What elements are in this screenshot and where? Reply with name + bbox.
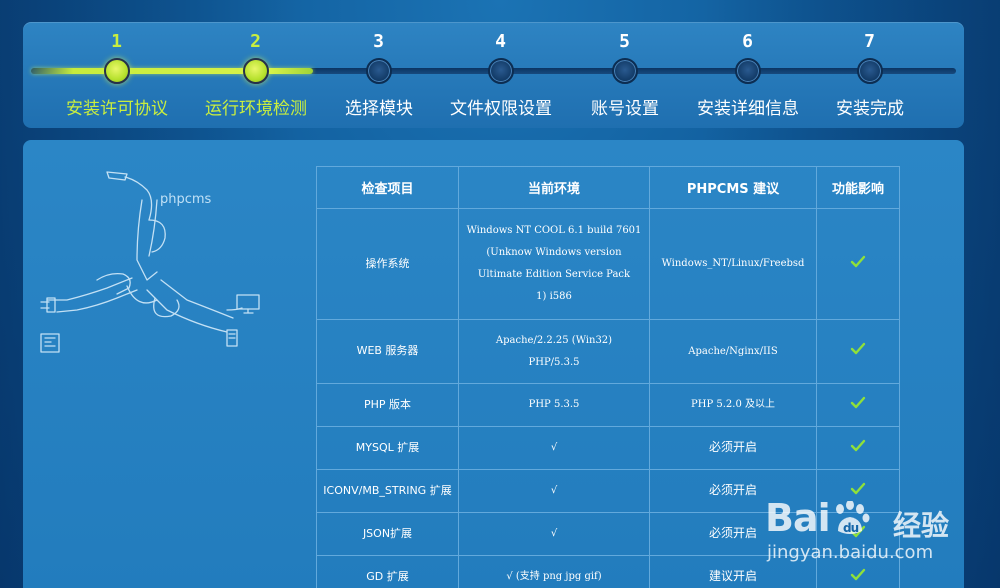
impact [816,208,900,320]
impact [816,512,900,556]
check-icon [850,342,866,355]
suggestion: Apache/Nginx/IIS [649,319,817,384]
table-row: PHP 版本 PHP 5.3.5 PHP 5.2.0 及以上 [316,383,900,427]
impact [816,383,900,427]
impact [816,319,900,384]
current-env-line: Windows NT COOL 6.1 build 7601 [466,225,642,236]
phpcms-logo-text: phpcms [160,192,212,207]
step-dot [857,58,883,84]
step-dot [488,58,514,84]
check-item: MYSQL 扩展 [316,426,459,470]
current-env: PHP 5.3.5 [458,383,650,427]
impact [816,555,900,588]
current-env: √ (支持 png jpg gif) [458,555,650,588]
current-env-line: √ [550,442,558,453]
phpcms-logo: phpcms [37,160,297,360]
table-row: GD 扩展 √ (支持 png jpg gif) 建议开启 [316,555,900,588]
suggestion: 建议开启 [649,555,817,588]
header-current-env: 当前环境 [458,166,650,209]
check-item-label: PHP 版本 [363,397,412,411]
impact [816,469,900,513]
current-env-line: (Unknow Windows version [486,247,622,258]
current-env: √ [458,512,650,556]
check-item: PHP 版本 [316,383,459,427]
environment-check-table: 检查项目 当前环境 PHPCMS 建议 功能影响 操作系统 Windows NT… [316,166,900,588]
table-row: WEB 服务器 Apache/2.2.25 (Win32) PHP/5.3.5 … [316,319,900,384]
check-item: WEB 服务器 [316,319,459,384]
check-icon [850,439,866,451]
check-item-label: JSON扩展 [362,526,413,540]
current-env-line: 1) i586 [536,291,572,302]
table-row: JSON扩展 √ 必须开启 [316,512,900,556]
check-item: GD 扩展 [316,555,459,588]
current-env: Apache/2.2.25 (Win32) PHP/5.3.5 [458,319,650,384]
check-icon [850,255,866,267]
suggestion: PHP 5.2.0 及以上 [649,383,817,427]
check-item: JSON扩展 [316,512,459,556]
check-item-label: GD 扩展 [366,569,409,583]
step-install-complete[interactable]: 7 安装完成 [790,22,950,128]
check-item: 操作系统 [316,208,459,320]
current-env-line: Apache/2.2.25 (Win32) [495,334,613,346]
current-env-line: √ (支持 png jpg gif) [506,571,602,582]
suggestion: 必须开启 [649,469,817,513]
current-env: √ [458,426,650,470]
suggestion-label: 建议开启 [708,569,757,583]
table-header-row: 检查项目 当前环境 PHPCMS 建议 功能影响 [316,166,900,209]
step-license[interactable]: 1 安装许可协议 [37,22,197,128]
step-number: 7 [864,31,876,52]
check-icon [850,396,866,408]
suggestion-label: 必须开启 [708,483,757,497]
step-dot [366,58,392,84]
environment-check-panel: phpcms 检查项目 当前环境 PHPCMS 建议 功能影响 操作系统 Win… [23,140,964,588]
step-label: 安装完成 [836,99,904,119]
check-item-label: ICONV/MB_STRING 扩展 [323,483,452,497]
current-env-line: √ [550,485,558,496]
step-dot [612,58,638,84]
check-item-label: MYSQL 扩展 [355,440,420,454]
suggestion: 必须开启 [649,512,817,556]
check-icon [850,482,866,494]
current-env-line: Ultimate Edition Service Pack [477,269,631,280]
check-item: ICONV/MB_STRING 扩展 [316,469,459,513]
table-row: ICONV/MB_STRING 扩展 √ 必须开启 [316,469,900,513]
header-impact: 功能影响 [816,166,900,209]
check-item-label: WEB 服务器 [356,344,419,357]
table-row: MYSQL 扩展 √ 必须开启 [316,426,900,470]
step-dot [243,58,269,84]
check-item-label: 操作系统 [365,256,410,270]
check-icon [850,525,866,537]
suggestion-label: 必须开启 [708,440,757,454]
check-icon [850,568,866,580]
table-row: 操作系统 Windows NT COOL 6.1 build 7601 (Unk… [316,208,900,320]
header-suggestion: PHPCMS 建议 [649,166,817,209]
phpcms-hands-logo-icon [40,171,260,353]
impact [816,426,900,470]
current-env: √ [458,469,650,513]
step-label: 安装许可协议 [66,99,168,119]
suggestion-label: 必须开启 [708,526,757,540]
step-dot [104,58,130,84]
current-env-line: √ [550,528,558,539]
step-dot [735,58,761,84]
current-env-line: PHP 5.3.5 [528,399,580,410]
current-env-line: PHP/5.3.5 [528,356,580,368]
step-number: 1 [111,31,123,52]
current-env: Windows NT COOL 6.1 build 7601 (Unknow W… [458,208,650,320]
install-steps-panel: 1 安装许可协议 2 运行环境检测 3 选择模块 4 文件权限设置 5 账号设置… [23,22,964,128]
suggestion: Windows_NT/Linux/Freebsd [649,208,817,320]
suggestion: 必须开启 [649,426,817,470]
header-check-item: 检查项目 [316,166,459,209]
